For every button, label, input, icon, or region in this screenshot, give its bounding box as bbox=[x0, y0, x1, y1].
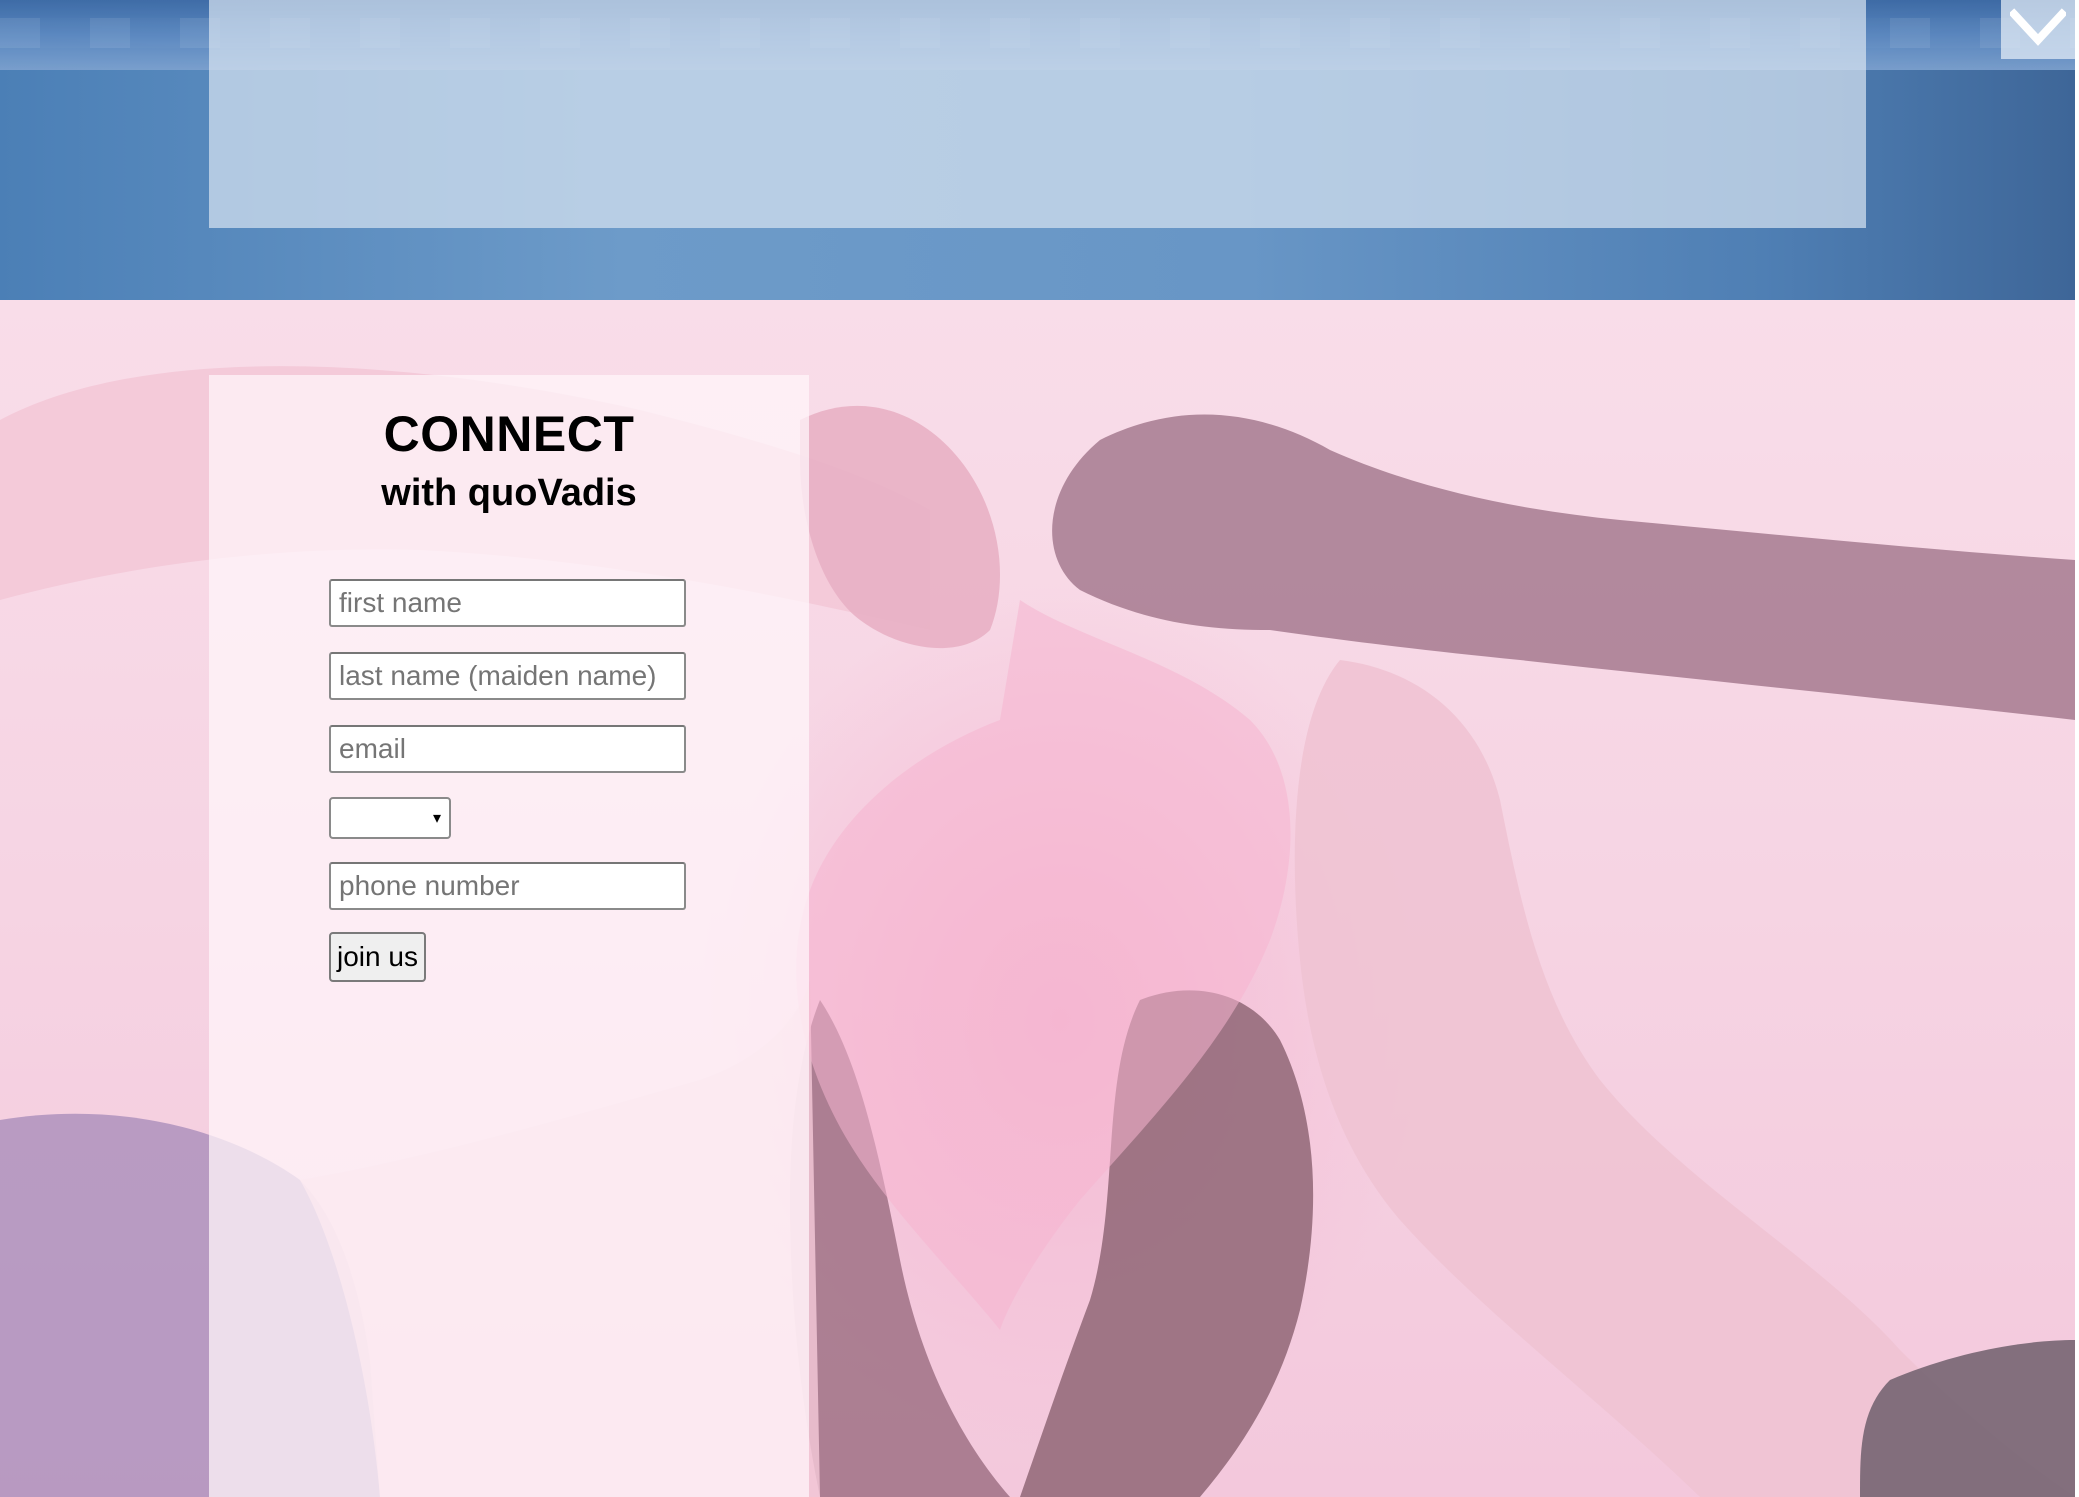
last-name-input[interactable] bbox=[329, 652, 686, 700]
top-content-panel bbox=[209, 0, 1866, 228]
top-banner-section bbox=[0, 0, 2075, 300]
email-input[interactable] bbox=[329, 725, 686, 773]
scroll-toggle-button[interactable] bbox=[2001, 0, 2075, 59]
chevron-down-icon bbox=[2010, 8, 2066, 46]
form-title: CONNECT bbox=[383, 406, 635, 462]
signup-form-panel: CONNECT with quoVadis ▾ join us bbox=[209, 375, 809, 1497]
dropdown-caret-icon: ▾ bbox=[432, 808, 441, 827]
join-us-button[interactable]: join us bbox=[329, 932, 426, 982]
phone-number-input[interactable] bbox=[329, 862, 686, 910]
first-name-input[interactable] bbox=[329, 579, 686, 627]
dropdown-select[interactable]: ▾ bbox=[329, 797, 451, 839]
form-subtitle: with quoVadis bbox=[381, 472, 637, 514]
page-right-edge bbox=[2075, 0, 2079, 1497]
